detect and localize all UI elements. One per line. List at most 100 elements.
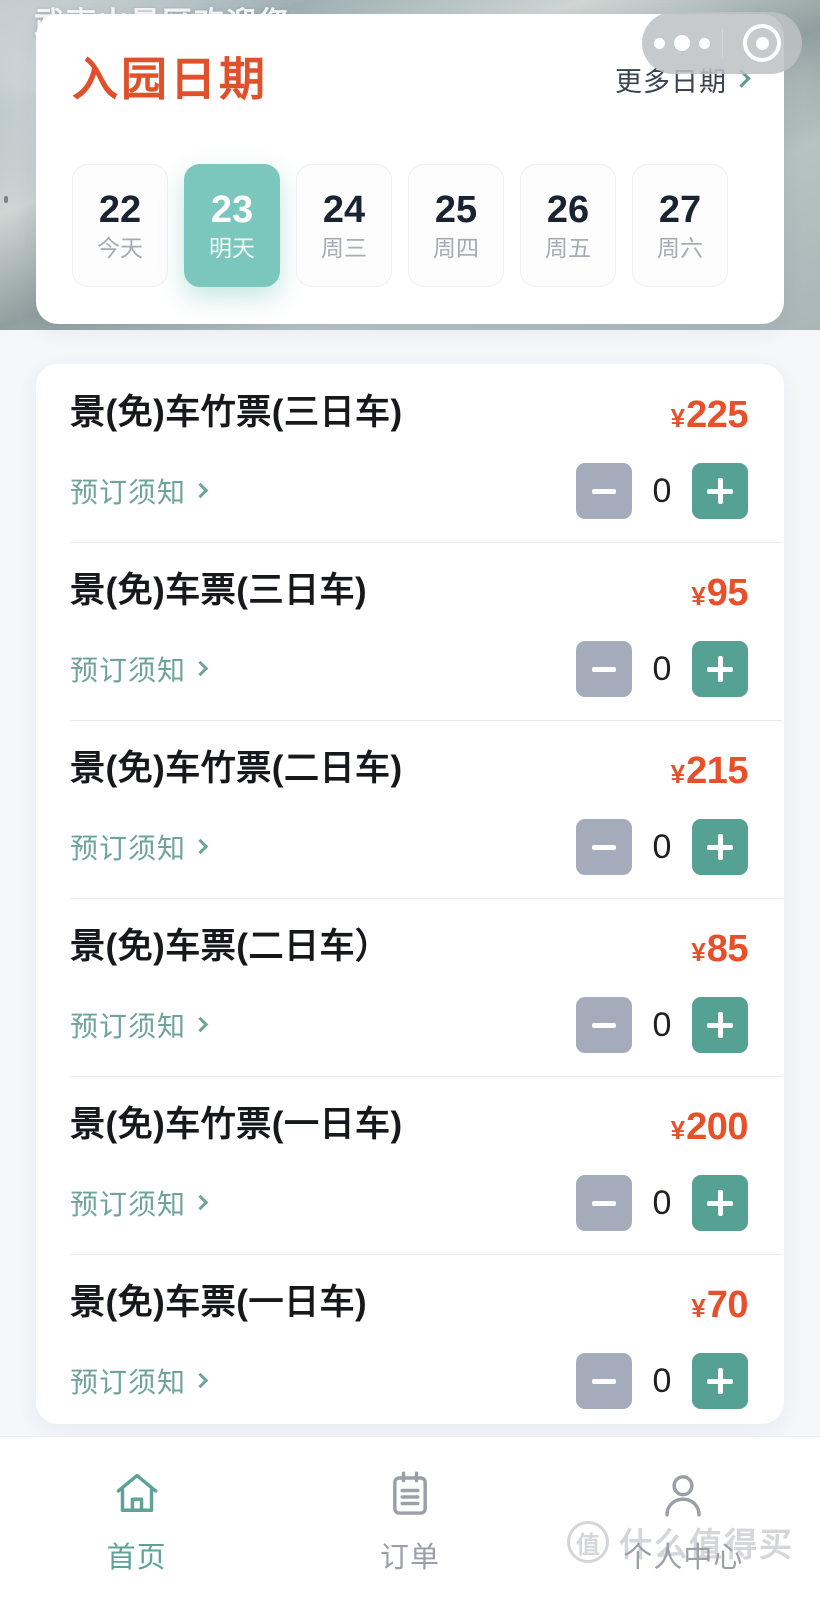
quantity-value: 0 [652, 1361, 672, 1400]
increase-quantity-button[interactable] [692, 1175, 748, 1231]
date-chip-23[interactable]: 23 明天 [184, 164, 280, 287]
quantity-stepper[interactable]: 0 [576, 819, 748, 875]
tab-profile-label: 个人中心 [623, 1541, 744, 1574]
plus-icon [707, 1012, 733, 1038]
date-chip-number: 24 [322, 189, 366, 231]
minus-icon [592, 1200, 616, 1206]
quantity-value: 0 [652, 1005, 672, 1044]
quantity-stepper[interactable]: 0 [576, 1175, 748, 1231]
increase-quantity-button[interactable] [692, 1353, 748, 1409]
ticket-price: ¥ 85 [691, 928, 748, 971]
quantity-stepper[interactable]: 0 [576, 1353, 748, 1409]
ticket-row-controls: 预订须知 0 [70, 997, 748, 1053]
decrease-quantity-button[interactable] [576, 997, 632, 1053]
increase-quantity-button[interactable] [692, 463, 748, 519]
dot [698, 37, 710, 49]
booking-notice-link[interactable]: 预订须知 [70, 1183, 209, 1223]
chevron-right-icon [192, 838, 209, 854]
date-chip-22[interactable]: 22 今天 [72, 164, 168, 287]
decrease-quantity-button[interactable] [576, 463, 632, 519]
ticket-row-header: 景(免)车票(三日车) ¥ 95 [70, 571, 749, 615]
quantity-stepper[interactable]: 0 [576, 463, 748, 519]
person-icon [665, 1474, 702, 1517]
decrease-quantity-button[interactable] [576, 819, 632, 875]
date-chip-26[interactable]: 26 周五 [520, 164, 616, 287]
ticket-price: ¥ 200 [670, 1106, 749, 1149]
date-chip-label: 周五 [545, 235, 591, 261]
date-chip-25[interactable]: 25 周四 [408, 164, 504, 287]
chevron-right-icon [192, 1194, 209, 1210]
ticket-row: 景(免)车竹票(三日车) ¥ 225 预订须知 0 [36, 364, 784, 542]
minus-icon [592, 666, 616, 672]
ticket-row-controls: 预订须知 0 [70, 463, 748, 519]
currency-symbol: ¥ [691, 937, 706, 967]
date-chip-strip[interactable]: 22 今天 23 明天 24 周三 25 周四 26 周五 27 周六 [72, 164, 756, 287]
decrease-quantity-button[interactable] [576, 1353, 632, 1409]
tab-home-label: 首页 [106, 1541, 167, 1574]
background-speck [4, 196, 8, 203]
bottom-navigation-bar: 首页 订单 个人中心 [0, 1436, 820, 1600]
ticket-price: ¥ 95 [691, 572, 748, 615]
ticket-row: 景(免)车竹票(一日车) ¥ 200 预订须知 0 [36, 1076, 784, 1254]
date-chip-number: 23 [210, 189, 254, 231]
tab-orders-label: 订单 [379, 1541, 440, 1574]
ticket-name: 景(免)车票(一日车) [70, 1283, 368, 1322]
price-amount: 85 [706, 928, 749, 970]
date-chip-number: 27 [658, 189, 702, 231]
dot [653, 37, 665, 49]
ticket-name: 景(免)车竹票(二日车) [70, 749, 403, 788]
ticket-row-controls: 预订须知 0 [70, 1353, 748, 1409]
tab-orders[interactable]: 订单 [273, 1437, 546, 1600]
chevron-right-icon [192, 1372, 209, 1388]
booking-notice-link[interactable]: 预订须知 [70, 827, 209, 867]
wechat-capsule-button[interactable] [642, 12, 802, 74]
page-title: 入园日期 [72, 53, 268, 105]
quantity-stepper[interactable]: 0 [576, 641, 748, 697]
quantity-stepper[interactable]: 0 [576, 997, 748, 1053]
more-dots-icon[interactable] [642, 35, 722, 51]
ticket-row-header: 景(免)车竹票(一日车) ¥ 200 [70, 1105, 749, 1149]
ring [743, 24, 782, 62]
plus-icon [707, 834, 733, 860]
tab-profile[interactable]: 个人中心 [547, 1437, 820, 1600]
date-chip-number: 22 [98, 189, 142, 231]
date-chip-27[interactable]: 27 周六 [632, 164, 728, 287]
booking-notice-link[interactable]: 预订须知 [70, 471, 209, 511]
ticket-row-controls: 预订须知 0 [70, 819, 748, 875]
price-amount: 215 [686, 750, 748, 792]
increase-quantity-button[interactable] [692, 641, 748, 697]
date-chip-number: 26 [546, 189, 590, 231]
increase-quantity-button[interactable] [692, 819, 748, 875]
currency-symbol: ¥ [691, 1293, 706, 1323]
ticket-row-header: 景(免)车票(二日车） ¥ 85 [70, 927, 749, 971]
date-chip-24[interactable]: 24 周三 [296, 164, 392, 287]
currency-symbol: ¥ [670, 1115, 686, 1145]
date-chip-number: 25 [434, 189, 478, 231]
decrease-quantity-button[interactable] [576, 641, 632, 697]
quantity-value: 0 [652, 471, 672, 510]
tab-home[interactable]: 首页 [0, 1437, 273, 1600]
app-root: 武夷山景区欢迎您 入园日期 更多日期 22 今天 2 [0, 0, 820, 1600]
dot [673, 35, 690, 51]
ticket-row-header: 景(免)车票(一日车) ¥ 70 [70, 1283, 749, 1327]
minus-icon [592, 844, 616, 850]
date-chip-label: 明天 [209, 235, 255, 261]
decrease-quantity-button[interactable] [576, 1175, 632, 1231]
increase-quantity-button[interactable] [692, 997, 748, 1053]
booking-notice-link[interactable]: 预订须知 [70, 1005, 209, 1045]
currency-symbol: ¥ [691, 581, 706, 611]
date-chip-label: 周三 [321, 235, 367, 261]
booking-notice-label: 预订须知 [70, 477, 187, 508]
target-circle-icon[interactable] [723, 24, 803, 62]
ticket-row: 景(免)车票(二日车） ¥ 85 预订须知 0 [36, 898, 784, 1076]
booking-notice-link[interactable]: 预订须知 [70, 649, 209, 689]
booking-notice-label: 预订须知 [70, 1011, 187, 1042]
chevron-right-icon [192, 660, 209, 676]
date-chip-label: 周六 [657, 235, 703, 261]
ticket-row-header: 景(免)车竹票(二日车) ¥ 215 [70, 749, 748, 793]
price-amount: 70 [706, 1284, 749, 1326]
booking-notice-label: 预订须知 [70, 655, 187, 686]
booking-notice-link[interactable]: 预订须知 [70, 1361, 209, 1401]
currency-symbol: ¥ [670, 759, 686, 789]
price-amount: 225 [686, 394, 748, 436]
